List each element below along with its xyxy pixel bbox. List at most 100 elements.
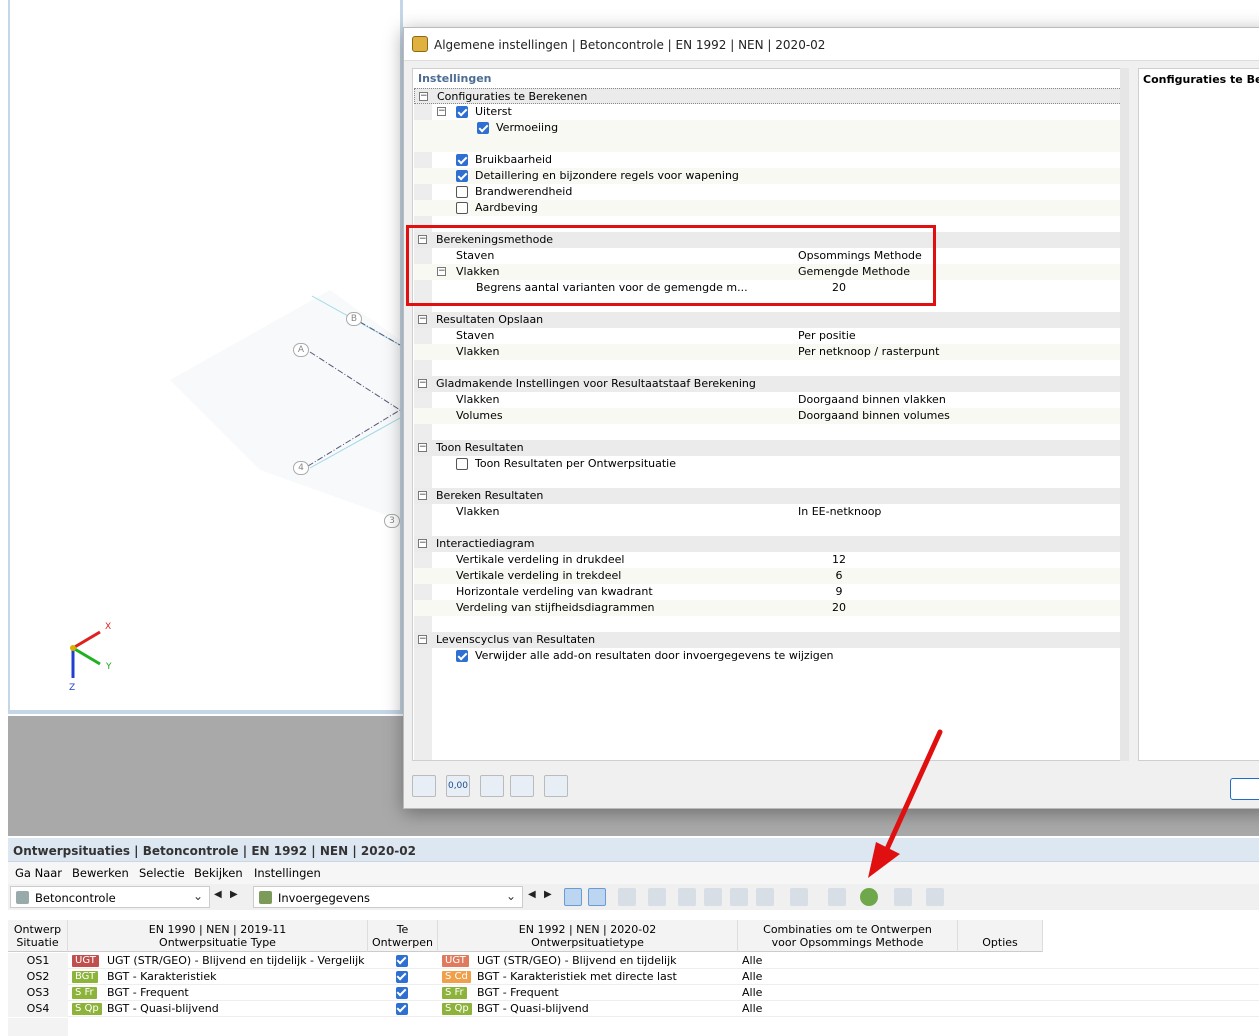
aardbeving-checkbox[interactable] [456,202,468,214]
collapse-icon[interactable]: − [419,92,428,101]
vermoeiing-checkbox[interactable] [477,122,489,134]
tree-item-detaillering[interactable]: Detaillering en bijzondere regels voor w… [414,168,1128,184]
table-row[interactable]: OS1 UGT UGT (STR/GEO) - Blijvend en tijd… [8,953,1259,969]
filter-icon[interactable] [564,888,582,906]
col-header-type2[interactable]: EN 1992 | NEN | 2020-02 Ontwerpsituatiet… [438,920,738,952]
filter2-icon[interactable] [588,888,606,906]
view-combo[interactable]: Invoergegevens ⌄ [253,886,523,908]
menu-bekijken[interactable]: Bekijken [194,866,243,880]
design-checkbox[interactable] [396,987,408,999]
comb-cell[interactable]: Alle [742,985,762,1001]
prev-arrow-icon[interactable]: ◀ [528,889,536,900]
menu-instellingen[interactable]: Instellingen [254,866,321,880]
section-toon[interactable]: − Toon Resultaten [414,440,1128,456]
menu-ga-naar[interactable]: Ga Naar [15,866,62,880]
prev-arrow-icon[interactable]: ◀ [214,889,222,900]
table-row[interactable]: OS2 BGT BGT - Karakteristiek S Cd BGT - … [8,969,1259,985]
col-header-comb[interactable]: Combinaties om te Ontwerpen voor Opsommi… [738,920,958,952]
opslaan-vlakken-value[interactable]: Per netknoop / rasterpunt [798,344,939,360]
module-combo[interactable]: Betoncontrole ⌄ [10,886,210,908]
eye-icon[interactable] [618,888,636,906]
design-checkbox[interactable] [396,955,408,967]
menu-selectie[interactable]: Selectie [139,866,185,880]
verwijder-checkbox[interactable] [456,650,468,662]
save-icon[interactable] [510,775,534,797]
interactie-kwadrant-row[interactable]: Horizontale verdeling van kwadrant 9 [414,584,1128,600]
section-glad[interactable]: − Gladmakende Instellingen voor Resultaa… [414,376,1128,392]
collapse-icon[interactable]: − [418,443,427,452]
interactie-trek-row[interactable]: Vertikale verdeling in trekdeel 6 [414,568,1128,584]
settings-tree[interactable]: Instellingen − Configuraties te Berekene… [412,68,1128,761]
opslaan-staven-value[interactable]: Per positie [798,328,856,344]
interactie-trek-value[interactable]: 6 [794,568,884,584]
ok-button[interactable] [1230,778,1259,800]
help-icon[interactable] [926,888,944,906]
comb-cell[interactable]: Alle [742,969,762,985]
settings-icon[interactable] [828,888,846,906]
leven-verwijder-row[interactable]: Verwijder alle add-on resultaten door in… [414,648,1128,664]
bereken-vlakken-value[interactable]: In EE-netknoop [798,504,881,520]
collapse-icon[interactable]: − [418,539,427,548]
delete-row-icon[interactable] [704,888,722,906]
glad-vlakken-row[interactable]: Vlakken Doorgaand binnen vlakken [414,392,1128,408]
toon-per-os-checkbox[interactable] [456,458,468,470]
tree-scrollbar[interactable] [1120,68,1129,761]
interactie-stijf-row[interactable]: Verdeling van stijfheidsdiagrammen 20 [414,600,1128,616]
table-row[interactable]: OS4 S Qp BGT - Quasi-blijvend S Qp BGT -… [8,1001,1259,1017]
brandwerendheid-checkbox[interactable] [456,186,468,198]
move-left-icon[interactable] [730,888,748,906]
section-opslaan[interactable]: − Resultaten Opslaan [414,312,1128,328]
comb-cell[interactable]: Alle [742,953,762,969]
interactie-druk-value[interactable]: 12 [794,552,884,568]
globe-icon[interactable] [860,888,878,906]
collapse-icon[interactable]: − [418,315,427,324]
interactie-kwadrant-value[interactable]: 9 [794,584,884,600]
collapse-icon[interactable]: − [418,491,427,500]
copy-icon[interactable] [544,775,568,797]
interactie-stijf-value[interactable]: 20 [794,600,884,616]
bruikbaarheid-checkbox[interactable] [456,154,468,166]
uiterst-checkbox[interactable] [456,106,468,118]
col-header-os[interactable]: Ontwerp Situatie [8,920,68,952]
tree-item-brandwerendheid[interactable]: Brandwerendheid [414,184,1128,200]
menu-bewerken[interactable]: Bewerken [72,866,129,880]
section-config[interactable]: − Configuraties te Berekenen [414,88,1128,104]
detaillering-checkbox[interactable] [456,170,468,182]
opslaan-vlakken-row[interactable]: Vlakken Per netknoop / rasterpunt [414,344,1128,360]
comb-cell[interactable]: Alle [742,1001,762,1017]
excel-icon[interactable] [790,888,808,906]
section-interactie[interactable]: − Interactiediagram [414,536,1128,552]
collapse-icon[interactable]: − [418,635,427,644]
print-icon[interactable] [894,888,912,906]
tree-item-bruikbaarheid[interactable]: Bruikbaarheid [414,152,1128,168]
section-leven[interactable]: − Levenscyclus van Resultaten [414,632,1128,648]
cloud-icon[interactable] [480,775,504,797]
toon-per-os-row[interactable]: Toon Resultaten per Ontwerpsituatie [414,456,1128,472]
col-header-opties[interactable]: Opties [958,920,1043,952]
glad-vlakken-value[interactable]: Doorgaand binnen vlakken [798,392,946,408]
move-right-icon[interactable] [756,888,774,906]
glad-volumes-row[interactable]: Volumes Doorgaand binnen volumes [414,408,1128,424]
interactie-druk-row[interactable]: Vertikale verdeling in drukdeel 12 [414,552,1128,568]
collapse-icon[interactable]: − [418,379,427,388]
col-header-te[interactable]: Te Ontwerpen [368,920,438,952]
design-checkbox[interactable] [396,971,408,983]
next-arrow-icon[interactable]: ▶ [544,889,552,900]
insert-row-icon[interactable] [678,888,696,906]
opslaan-staven-row[interactable]: Staven Per positie [414,328,1128,344]
col-header-type1[interactable]: EN 1990 | NEN | 2019-11 Ontwerpsituatie … [68,920,368,952]
tree-item-uiterst[interactable]: − Uiterst [414,104,1128,120]
collapse-icon[interactable]: − [437,107,446,116]
bereken-vlakken-row[interactable]: Vlakken In EE-netknoop [414,504,1128,520]
section-bereken[interactable]: − Bereken Resultaten [414,488,1128,504]
glad-volumes-value[interactable]: Doorgaand binnen volumes [798,408,950,424]
tree-item-aardbeving[interactable]: Aardbeving [414,200,1128,216]
design-checkbox[interactable] [396,1003,408,1015]
next-arrow-icon[interactable]: ▶ [230,889,238,900]
xxx-icon[interactable] [648,888,666,906]
units-button[interactable]: 0,00 [446,775,470,797]
dialog-titlebar[interactable]: Algemene instellingen | Betoncontrole | … [404,28,1259,61]
help-icon[interactable] [412,775,436,797]
table-row[interactable]: OS3 S Fr BGT - Frequent S Fr BGT - Frequ… [8,985,1259,1001]
tree-item-vermoeiing[interactable]: Vermoeiing [414,120,1128,136]
